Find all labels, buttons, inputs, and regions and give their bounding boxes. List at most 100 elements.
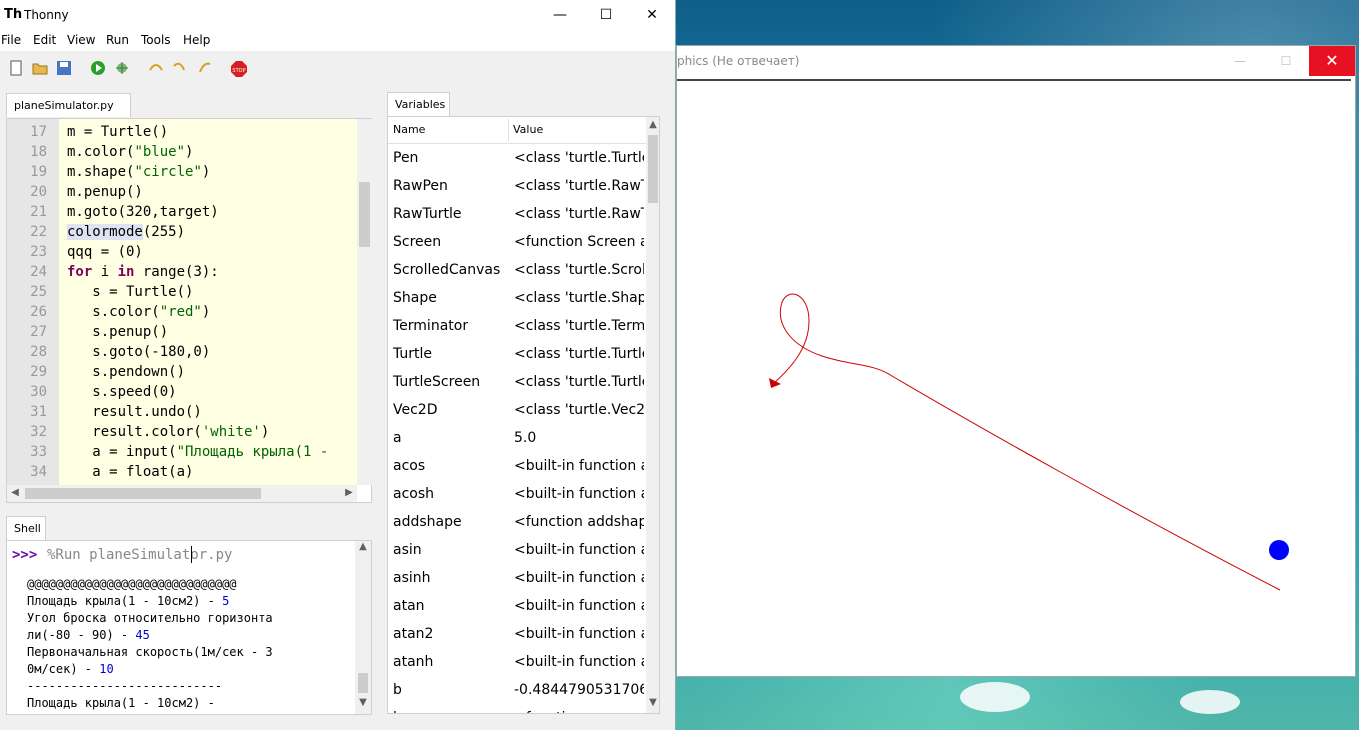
code-line[interactable]: s.pendown() bbox=[67, 364, 185, 380]
scroll-right-icon[interactable]: ▶ bbox=[341, 487, 357, 498]
tab-shell[interactable]: Shell bbox=[6, 516, 46, 540]
close-button[interactable]: ✕ bbox=[629, 0, 675, 31]
code-line[interactable]: m.shape("circle") bbox=[67, 164, 210, 180]
step-over-icon[interactable] bbox=[148, 60, 164, 76]
minimize-button[interactable]: — bbox=[537, 0, 583, 31]
shell-line: Площадь крыла(1 - 10см2) - 5 bbox=[27, 594, 229, 608]
variable-row[interactable]: Turtle <class 'turtle.Turtle'> bbox=[388, 340, 646, 368]
close-button[interactable]: ✕ bbox=[1309, 46, 1355, 76]
line-number: 31 bbox=[30, 404, 47, 420]
code-line[interactable]: s.penup() bbox=[67, 324, 168, 340]
variable-row[interactable]: asinh <built-in function asinh> bbox=[388, 564, 646, 592]
variable-row[interactable]: asin <built-in function asin> bbox=[388, 536, 646, 564]
code-line[interactable]: s.color("red") bbox=[67, 304, 210, 320]
variable-value: <function Screen at bbox=[514, 234, 644, 250]
variable-row[interactable]: acosh <built-in function acosh> bbox=[388, 480, 646, 508]
new-file-icon[interactable] bbox=[8, 60, 24, 76]
code-line[interactable]: colormode(255) bbox=[67, 224, 185, 240]
variable-value: 5.0 bbox=[514, 430, 537, 446]
stop-icon[interactable]: STOP bbox=[230, 60, 247, 77]
variable-row[interactable]: TurtleScreen <class 'turtle.TurtleScreen'… bbox=[388, 368, 646, 396]
variable-row[interactable]: acos <built-in function acos> bbox=[388, 452, 646, 480]
scroll-thumb[interactable] bbox=[359, 182, 370, 247]
tab-variables[interactable]: Variables bbox=[387, 92, 450, 116]
variable-row[interactable]: RawTurtle <class 'turtle.RawTurtle'> bbox=[388, 200, 646, 228]
variable-row[interactable]: a 5.0 bbox=[388, 424, 646, 452]
scroll-down-icon[interactable]: ▼ bbox=[645, 697, 659, 708]
variable-row[interactable]: addshape <function addshape bbox=[388, 508, 646, 536]
variable-row[interactable]: b... <function ... bbox=[388, 704, 646, 713]
maximize-button[interactable]: ☐ bbox=[1263, 46, 1309, 76]
scroll-up-icon[interactable]: ▲ bbox=[645, 119, 659, 130]
editor-vertical-scrollbar[interactable] bbox=[357, 119, 372, 485]
variables-panel[interactable]: Name Value Pen <class 'turtle.Turtle'> Raw… bbox=[387, 116, 660, 714]
menu-tools[interactable]: Tools bbox=[141, 33, 171, 47]
debug-icon[interactable] bbox=[114, 60, 130, 76]
variable-value: <function ... bbox=[514, 710, 644, 713]
step-out-icon[interactable] bbox=[196, 60, 212, 76]
code-line[interactable]: a = float(a) bbox=[67, 464, 193, 480]
code-line[interactable]: result.color('white') bbox=[67, 424, 269, 440]
code-line[interactable]: result.undo() bbox=[67, 404, 202, 420]
turtle-window-titlebar[interactable]: phics (Не отвечает) — ☐ ✕ bbox=[677, 46, 1355, 76]
code-line[interactable]: a = input("Площадь крыла(1 - bbox=[67, 444, 328, 460]
scroll-thumb[interactable] bbox=[358, 673, 368, 693]
minimize-button[interactable]: — bbox=[1217, 46, 1263, 76]
editor-horizontal-scrollbar[interactable]: ◀ ▶ bbox=[7, 485, 357, 502]
menu-view[interactable]: View bbox=[67, 33, 95, 47]
code-line[interactable]: s.speed(0) bbox=[67, 384, 176, 400]
maximize-button[interactable]: ☐ bbox=[583, 0, 629, 31]
column-name[interactable]: Name bbox=[393, 123, 425, 136]
variable-row[interactable]: Pen <class 'turtle.Turtle'> bbox=[388, 144, 646, 172]
column-value[interactable]: Value bbox=[513, 123, 543, 136]
code-line[interactable]: s.goto(-180,0) bbox=[67, 344, 210, 360]
open-folder-icon[interactable] bbox=[32, 60, 48, 76]
variable-row[interactable]: atan2 <built-in function atan2> bbox=[388, 620, 646, 648]
run-icon[interactable] bbox=[90, 60, 106, 76]
code-line[interactable]: m.color("blue") bbox=[67, 144, 193, 160]
turtle-canvas[interactable] bbox=[677, 79, 1351, 673]
thonny-titlebar[interactable]: Th Thonny — ☐ ✕ bbox=[0, 0, 675, 31]
variable-row[interactable]: Shape <class 'turtle.Shape'> bbox=[388, 284, 646, 312]
menu-file[interactable]: File bbox=[1, 33, 21, 47]
code-line[interactable]: for i in range(3): bbox=[67, 264, 219, 280]
shell-line-text: Площадь крыла(1 - 10см2) - bbox=[27, 696, 223, 710]
variable-row[interactable]: b -0.48447905317060 bbox=[388, 676, 646, 704]
menu-edit[interactable]: Edit bbox=[33, 33, 56, 47]
variable-row[interactable]: Terminator <class 'turtle.Terminator'> bbox=[388, 312, 646, 340]
scroll-thumb[interactable] bbox=[648, 135, 658, 203]
variable-row[interactable]: Vec2D <class 'turtle.Vec2D'> bbox=[388, 396, 646, 424]
variable-row[interactable]: atan <built-in function atan> bbox=[388, 592, 646, 620]
variable-row[interactable]: ScrolledCanvas <class 'turtle.ScrolledCan… bbox=[388, 256, 646, 284]
shell-panel[interactable]: >>> %Run planeSimulator.py @@@@@@@@@@@@@… bbox=[6, 540, 372, 715]
editor-tabbar: planeSimulator.py × bbox=[6, 93, 372, 136]
shell-output[interactable]: >>> %Run planeSimulator.py @@@@@@@@@@@@@… bbox=[7, 541, 355, 714]
variable-row[interactable]: RawPen <class 'turtle.RawTurtle'> bbox=[388, 172, 646, 200]
scroll-down-icon[interactable]: ▼ bbox=[355, 697, 371, 708]
code-editor[interactable]: 17 18 19 20 21 22 23 24 25 26 27 28 29 30 31 32 33 34 m =… bbox=[6, 118, 372, 503]
save-icon[interactable] bbox=[56, 60, 72, 76]
variable-value: -0.48447905317060 bbox=[514, 682, 644, 698]
menu-run[interactable]: Run bbox=[106, 33, 129, 47]
variable-row[interactable]: atanh <built-in function atanh> bbox=[388, 648, 646, 676]
code-line[interactable]: m.goto(320,target) bbox=[67, 204, 219, 220]
tab-planesimulator[interactable]: planeSimulator.py × bbox=[6, 93, 131, 136]
variable-value: <built-in function asin> bbox=[514, 542, 644, 558]
scroll-left-icon[interactable]: ◀ bbox=[7, 487, 23, 498]
code-area[interactable]: m = Turtle() m.color("blue") m.shape("circ… bbox=[59, 119, 357, 485]
shell-vertical-scrollbar[interactable]: ▲ ▼ bbox=[355, 541, 371, 714]
scroll-up-icon[interactable]: ▲ bbox=[355, 541, 371, 552]
variables-vertical-scrollbar[interactable]: ▲ ▼ bbox=[645, 117, 659, 713]
code-line[interactable]: m.penup() bbox=[67, 184, 143, 200]
column-divider[interactable] bbox=[508, 119, 509, 141]
shell-input-value: 5 bbox=[222, 594, 230, 608]
step-into-icon[interactable] bbox=[172, 60, 188, 76]
scroll-thumb[interactable] bbox=[25, 488, 261, 499]
variable-row[interactable]: Screen <function Screen at bbox=[388, 228, 646, 256]
code-line[interactable]: s = Turtle() bbox=[67, 284, 193, 300]
turtle-graphics-window[interactable]: phics (Не отвечает) — ☐ ✕ bbox=[676, 45, 1356, 677]
thonny-window[interactable]: Th Thonny — ☐ ✕ File Edit View Run Tools… bbox=[0, 0, 676, 730]
code-line[interactable]: qqq = (0) bbox=[67, 244, 143, 260]
menu-help[interactable]: Help bbox=[183, 33, 210, 47]
code-line[interactable]: m = Turtle() bbox=[67, 124, 168, 140]
